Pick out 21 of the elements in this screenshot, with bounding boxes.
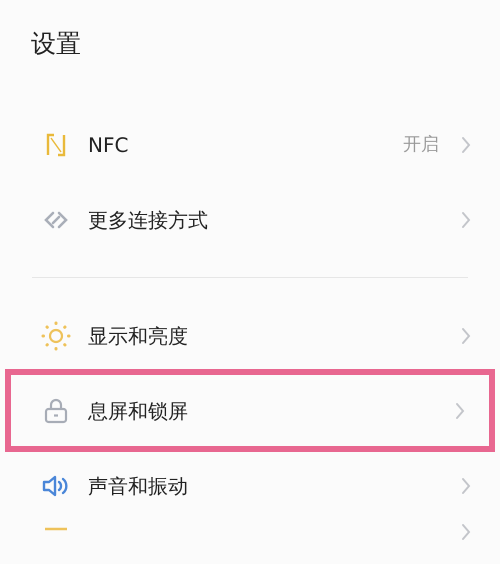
chevron-right-icon: [461, 136, 471, 154]
chevron-right-icon: [461, 326, 471, 344]
speaker-icon: [42, 474, 70, 498]
settings-row[interactable]: 息屏和锁屏: [5, 369, 495, 452]
settings-row[interactable]: NFC 开启: [0, 107, 500, 182]
settings-row[interactable]: 更多连接方式: [0, 182, 500, 257]
row-label: 更多连接方式: [88, 206, 208, 234]
chevron-right-icon: [461, 210, 471, 228]
chevron-right-icon: [455, 402, 465, 420]
link-icon: [42, 208, 70, 230]
lock-icon: [44, 398, 68, 424]
row-label: NFC: [88, 132, 128, 158]
sun-icon: [41, 320, 71, 350]
chevron-right-icon: [461, 523, 471, 541]
chevron-right-icon: [461, 476, 471, 494]
row-label: 显示和亮度: [88, 322, 188, 350]
row-label: 息屏和锁屏: [88, 398, 188, 424]
row-value: 开启: [403, 133, 439, 157]
nfc-icon: [45, 132, 67, 158]
page-title: 设置: [30, 28, 81, 60]
row-label: 声音和振动: [88, 472, 188, 500]
